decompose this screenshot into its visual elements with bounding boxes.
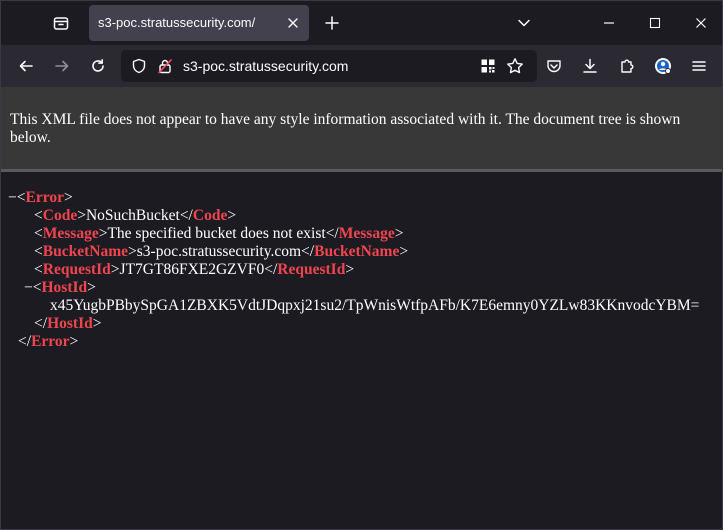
- reload-icon: [90, 58, 106, 74]
- xml-tag-name: BucketName: [314, 243, 400, 260]
- xml-text-value: s3-poc.stratussecurity.com: [136, 243, 302, 260]
- xml-line-message: <Message>The specified bucket does not e…: [34, 225, 404, 242]
- xml-tag-name: Error: [25, 189, 64, 206]
- back-arrow-icon: [18, 58, 34, 74]
- hamburger-menu-icon: [691, 58, 707, 74]
- extensions-button[interactable]: [613, 52, 641, 80]
- forward-button[interactable]: [48, 52, 76, 80]
- xml-tag-name: Message: [42, 225, 99, 242]
- maximize-icon: [649, 17, 661, 29]
- tab-list-icon: [53, 15, 69, 31]
- star-icon[interactable]: [505, 56, 525, 76]
- back-button[interactable]: [12, 52, 40, 80]
- window-close-button[interactable]: [678, 1, 722, 45]
- chevron-down-icon: [517, 16, 531, 30]
- insecure-lock-icon[interactable]: [155, 56, 175, 76]
- tab-close-button[interactable]: [283, 13, 303, 33]
- new-tab-button[interactable]: [319, 10, 345, 36]
- xml-line-hostid-close: </HostId>: [34, 315, 102, 332]
- qr-code-icon[interactable]: [478, 56, 498, 76]
- xml-line-bucketname: <BucketName>s3-poc.stratussecurity.com</…: [34, 243, 409, 260]
- xml-text-value: The specified bucket does not exist: [107, 225, 326, 242]
- tab-list-button[interactable]: [47, 9, 75, 37]
- xml-line-code: <Code>NoSuchBucket</Code>: [34, 207, 237, 224]
- forward-arrow-icon: [54, 58, 70, 74]
- window-minimize-button[interactable]: [586, 1, 632, 45]
- puzzle-icon: [619, 58, 635, 74]
- xml-tag-name: RequestId: [42, 261, 111, 278]
- window-maximize-button[interactable]: [632, 1, 678, 45]
- xml-tag-name: BucketName: [42, 243, 128, 260]
- xml-line-requestid: <RequestId>JT7GT86FXE2GZVF0</RequestId>: [34, 261, 355, 278]
- xml-tag-name: HostId: [41, 279, 88, 296]
- list-all-tabs-button[interactable]: [511, 10, 537, 36]
- pocket-icon: [546, 58, 562, 74]
- account-avatar-icon: [654, 57, 672, 75]
- url-bar[interactable]: s3-poc.stratussecurity.com: [121, 50, 537, 82]
- close-icon: [695, 17, 707, 29]
- tab-active[interactable]: s3-poc.stratussecurity.com/: [89, 5, 309, 41]
- xml-info-message: This XML file does not appear to have an…: [10, 111, 681, 146]
- xml-tag-name: Message: [338, 225, 395, 242]
- xml-line-hostid-value: x45YugbPBbySpGA1ZBXK5VdtJDqpxj21su2/TpWn…: [50, 297, 699, 315]
- downloads-button[interactable]: [576, 52, 604, 80]
- browser-window: s3-poc.stratussecurity.com/ s3-poc.strat…: [0, 0, 723, 530]
- xml-text-value: x45YugbPBbySpGA1ZBXK5VdtJDqpxj21su2/TpWn…: [50, 297, 700, 314]
- url-text: s3-poc.stratussecurity.com: [183, 58, 349, 74]
- app-menu-button[interactable]: [685, 52, 713, 80]
- collapse-toggle[interactable]: −: [24, 279, 33, 296]
- xml-text-value: NoSuchBucket: [85, 207, 180, 224]
- plus-icon: [324, 15, 340, 31]
- xml-line-error-close: </Error>: [18, 333, 79, 350]
- reload-button[interactable]: [84, 52, 112, 80]
- pocket-button[interactable]: [540, 52, 568, 80]
- xml-tag-name: Code: [42, 207, 78, 224]
- close-icon: [287, 17, 299, 29]
- download-icon: [582, 58, 598, 74]
- tab-strip: s3-poc.stratussecurity.com/: [1, 1, 722, 45]
- xml-line-error-open: −<Error>: [8, 189, 73, 206]
- xml-line-hostid-open: −<HostId>: [24, 279, 96, 296]
- account-button[interactable]: [649, 52, 677, 80]
- xml-tag-name: Error: [31, 333, 70, 350]
- navigation-toolbar: s3-poc.stratussecurity.com: [1, 45, 722, 87]
- tab-title: s3-poc.stratussecurity.com/: [98, 15, 256, 30]
- xml-info-banner: This XML file does not appear to have an…: [1, 87, 722, 172]
- minimize-icon: [603, 17, 615, 29]
- xml-tag-name: HostId: [47, 315, 93, 332]
- collapse-toggle[interactable]: −: [8, 189, 17, 206]
- xml-text-value: JT7GT86FXE2GZVF0: [119, 261, 265, 278]
- shield-icon[interactable]: [129, 56, 149, 76]
- xml-tag-name: Code: [192, 207, 228, 224]
- xml-tag-name: RequestId: [277, 261, 346, 278]
